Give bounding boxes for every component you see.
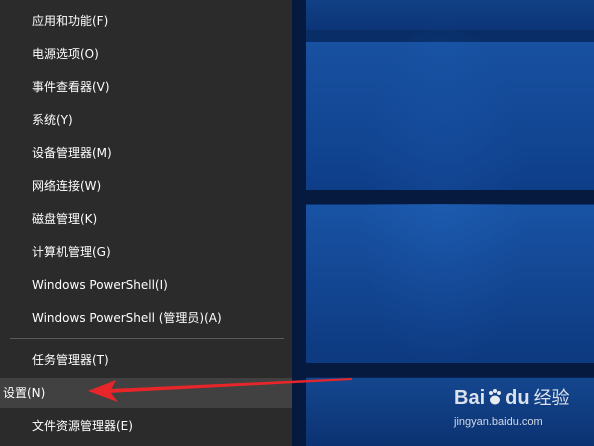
menu-item-system[interactable]: 系统(Y) — [0, 105, 292, 135]
menu-item-apps-features[interactable]: 应用和功能(F) — [0, 6, 292, 36]
menu-item-device-manager[interactable]: 设备管理器(M) — [0, 138, 292, 168]
menu-item-computer-management[interactable]: 计算机管理(G) — [0, 237, 292, 267]
menu-separator — [10, 338, 284, 339]
watermark-url: jingyan.baidu.com — [454, 416, 543, 428]
menu-item-powershell-admin[interactable]: Windows PowerShell (管理员)(A) — [0, 303, 292, 333]
menu-item-file-explorer[interactable]: 文件资源管理器(E) — [0, 411, 292, 441]
menu-item-event-viewer[interactable]: 事件查看器(V) — [0, 72, 292, 102]
desktop-wallpaper — [292, 0, 594, 446]
baidu-jingyan-watermark: Bai du 经验 jingyan.baidu.com — [454, 384, 590, 440]
menu-item-powershell[interactable]: Windows PowerShell(I) — [0, 270, 292, 300]
menu-item-settings[interactable]: 设置(N) — [0, 378, 292, 408]
menu-item-task-manager[interactable]: 任务管理器(T) — [0, 345, 292, 375]
baidu-logo: Bai du 经验 — [454, 387, 570, 409]
menu-item-network-connections[interactable]: 网络连接(W) — [0, 171, 292, 201]
winx-context-menu: 应用和功能(F) 电源选项(O) 事件查看器(V) 系统(Y) 设备管理器(M)… — [0, 0, 292, 446]
paw-icon — [489, 389, 502, 405]
menu-item-power-options[interactable]: 电源选项(O) — [0, 39, 292, 69]
menu-item-disk-management[interactable]: 磁盘管理(K) — [0, 204, 292, 234]
